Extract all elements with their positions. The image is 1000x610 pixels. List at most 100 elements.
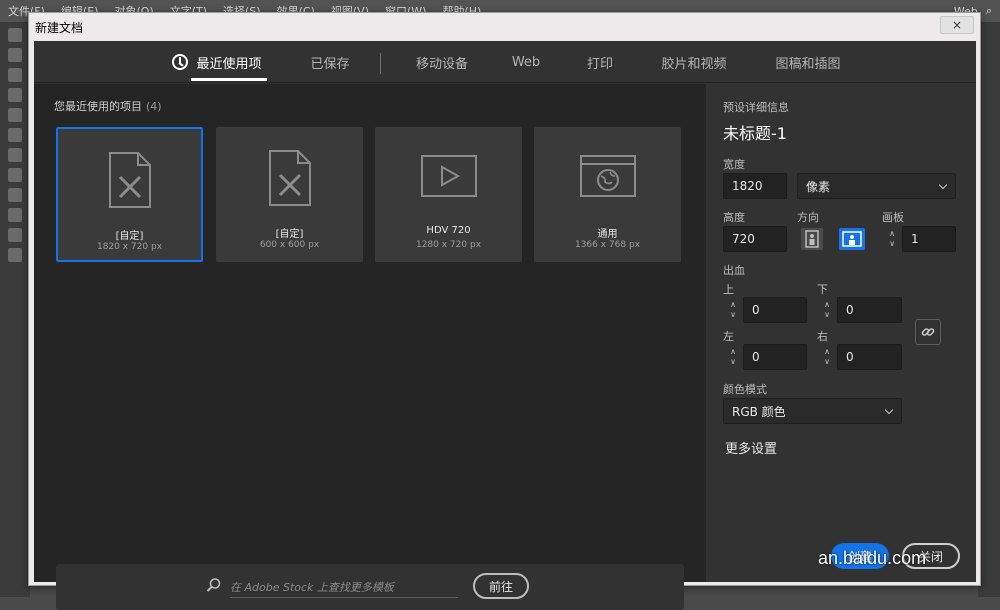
selection-tool-icon[interactable] <box>8 28 22 42</box>
clock-icon <box>172 54 189 70</box>
color-mode-dropdown[interactable]: RGB 颜色 <box>723 398 902 424</box>
chevron-down-icon <box>938 180 948 190</box>
tab-mobile[interactable]: 移动设备 <box>407 41 477 83</box>
pencil-tool-icon[interactable] <box>8 108 22 122</box>
preset-card[interactable]: 通用 1366 x 768 px <box>534 127 681 262</box>
bleed-bottom-label: 下 <box>817 283 828 296</box>
bleed-top-label: 上 <box>723 283 734 296</box>
custom-doc-icon <box>266 149 314 211</box>
bleed-bottom-input[interactable]: 0 <box>837 297 902 323</box>
stock-search-input[interactable]: 在 Adobe Stock 上查找更多模板 <box>230 576 458 598</box>
color-mode-value: RGB 颜色 <box>732 404 786 419</box>
height-label: 高度 <box>723 211 745 224</box>
dialog-titlebar: 新建文档 × <box>29 13 980 41</box>
recent-items-area: 您最近使用的项目 (4) [自定] 1820 x 720 px [自定] 600 … <box>34 84 706 610</box>
artboards-input[interactable]: 1 <box>902 226 956 252</box>
tab-saved[interactable]: 已保存 <box>300 41 360 83</box>
unit-dropdown[interactable]: 像素 <box>797 173 956 199</box>
bleed-label: 出血 <box>723 264 745 277</box>
preset-card[interactable]: [自定] 1820 x 720 px <box>56 127 203 262</box>
pen-tool-icon[interactable] <box>8 68 22 82</box>
video-icon <box>420 154 478 204</box>
dialog-body: 最近使用项 已保存 移动设备 Web 打印 胶片和视频 图稿和插图 您最近使用的… <box>34 41 976 610</box>
chevron-down-icon <box>884 405 894 415</box>
link-icon[interactable] <box>915 319 941 345</box>
stock-search: 在 Adobe Stock 上查找更多模板 <box>206 572 458 602</box>
preset-details-label: 预设详细信息 <box>723 101 789 114</box>
width-input[interactable]: 1820 <box>723 173 787 199</box>
preset-size: 1366 x 768 px <box>574 240 641 250</box>
preset-name: 通用 <box>597 229 618 240</box>
preset-name: [自定] <box>275 229 304 240</box>
chevron-down-icon[interactable]: ∨ <box>889 239 895 249</box>
tab-print[interactable]: 打印 <box>580 41 620 83</box>
direct-selection-tool-icon[interactable] <box>8 48 22 62</box>
chevron-up-icon[interactable]: ∧ <box>889 229 895 239</box>
scale-tool-icon[interactable] <box>8 168 22 182</box>
unit-value: 像素 <box>806 179 831 194</box>
web-icon <box>579 154 637 204</box>
bleed-top-stepper[interactable]: ∧ ∨ <box>725 297 741 323</box>
preset-tabs: 最近使用项 已保存 移动设备 Web 打印 胶片和视频 图稿和插图 <box>34 41 976 83</box>
more-settings-link[interactable]: 更多设置 <box>725 438 777 457</box>
preset-size: 1280 x 720 px <box>415 240 482 250</box>
tab-film-video[interactable]: 胶片和视频 <box>654 41 734 83</box>
chevron-down-icon[interactable]: ∨ <box>730 310 736 320</box>
go-button[interactable]: 前往 <box>473 573 529 599</box>
tab-web[interactable]: Web <box>506 41 546 83</box>
preset-name: HDV 720 <box>426 225 471 236</box>
zoom-tool-icon[interactable] <box>8 248 22 262</box>
height-input[interactable]: 720 <box>723 226 787 252</box>
chevron-down-icon[interactable]: ∨ <box>730 357 736 367</box>
recent-section-label: 您最近使用的项目 (4) <box>54 98 162 114</box>
chevron-up-icon[interactable]: ∧ <box>730 347 736 357</box>
active-tab-underline <box>191 78 267 81</box>
chevron-up-icon[interactable]: ∧ <box>730 300 736 310</box>
custom-doc-icon <box>106 151 154 213</box>
tools-panel <box>0 22 30 597</box>
landscape-orientation-icon[interactable] <box>839 228 865 250</box>
shape-tool-icon[interactable] <box>8 188 22 202</box>
preset-card[interactable]: HDV 720 1280 x 720 px <box>375 127 522 262</box>
artboards-stepper[interactable]: ∧ ∨ <box>884 226 900 252</box>
search-icon <box>206 577 222 597</box>
graph-tool-icon[interactable] <box>8 208 22 222</box>
close-icon[interactable]: × <box>940 16 974 34</box>
artboards-label: 画板 <box>882 211 904 224</box>
right-dock <box>978 22 1000 597</box>
search-icon[interactable]: ⌕ <box>986 4 992 18</box>
dialog-title: 新建文档 <box>35 20 84 35</box>
portrait-orientation-icon[interactable] <box>801 228 823 250</box>
bleed-right-input[interactable]: 0 <box>837 344 902 370</box>
chevron-up-icon[interactable]: ∧ <box>824 347 830 357</box>
chevron-down-icon[interactable]: ∨ <box>824 310 830 320</box>
chevron-up-icon[interactable]: ∧ <box>824 300 830 310</box>
bleed-right-label: 右 <box>817 330 828 343</box>
adobe-stock-bar: 在 Adobe Stock 上查找更多模板 前往 <box>56 564 684 610</box>
bleed-left-input[interactable]: 0 <box>743 344 807 370</box>
tab-recent[interactable]: 最近使用项 <box>167 41 267 83</box>
chevron-down-icon[interactable]: ∨ <box>824 357 830 367</box>
new-document-dialog: 新建文档 × 最近使用项 已保存 移动设备 Web 打印 胶片和视频 图稿和插图… <box>28 12 981 610</box>
orientation-label: 方向 <box>797 211 819 224</box>
preset-size: 600 x 600 px <box>259 240 320 250</box>
bleed-top-input[interactable]: 0 <box>743 297 807 323</box>
eraser-tool-icon[interactable] <box>8 128 22 142</box>
bleed-left-label: 左 <box>723 330 734 343</box>
document-name-field[interactable]: 未标题-1 <box>723 120 787 144</box>
tab-divider <box>380 53 381 74</box>
tab-art-illustration[interactable]: 图稿和插图 <box>768 41 848 83</box>
bleed-bottom-stepper[interactable]: ∧ ∨ <box>819 297 835 323</box>
brush-tool-icon[interactable] <box>8 88 22 102</box>
preset-details-panel: 预设详细信息 未标题-1 宽度 1820 像素 高度 720 方向 画板 ∧ ∨ … <box>706 84 976 582</box>
bleed-right-stepper[interactable]: ∧ ∨ <box>819 344 835 370</box>
width-label: 宽度 <box>723 158 745 171</box>
eyedropper-tool-icon[interactable] <box>8 228 22 242</box>
preset-size: 1820 x 720 px <box>96 242 163 252</box>
preset-name: [自定] <box>115 231 144 242</box>
preset-card[interactable]: [自定] 600 x 600 px <box>216 127 363 262</box>
tab-recent-label: 最近使用项 <box>196 56 262 72</box>
rotate-tool-icon[interactable] <box>8 148 22 162</box>
bleed-left-stepper[interactable]: ∧ ∨ <box>725 344 741 370</box>
color-mode-label: 颜色模式 <box>723 383 767 396</box>
